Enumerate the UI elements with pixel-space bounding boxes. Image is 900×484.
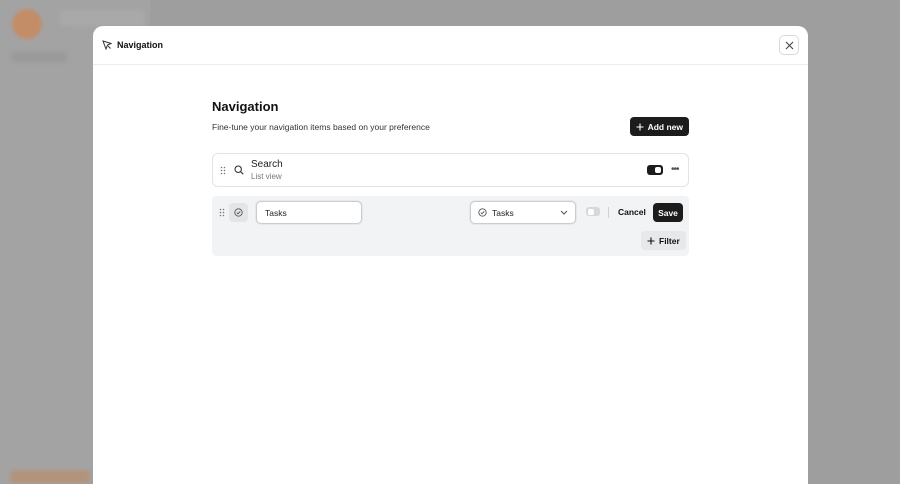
add-new-button[interactable]: Add new — [629, 117, 689, 136]
navigation-settings: Navigation Fine-tune your navigation ite… — [212, 99, 689, 256]
background-nav-item — [12, 52, 67, 62]
nav-item-editor: Tasks Cancel Save Filter — [212, 196, 689, 256]
search-icon — [234, 165, 244, 175]
icon-picker-button[interactable] — [229, 203, 248, 222]
modal-header: Navigation — [93, 26, 808, 65]
save-button[interactable]: Save — [653, 203, 683, 222]
page-select-value: Tasks — [492, 207, 514, 218]
nav-item-search: Search List view ••• — [212, 153, 689, 187]
chevron-down-icon — [560, 210, 568, 215]
plus-icon — [636, 123, 644, 130]
nav-item-name: Search — [251, 159, 283, 170]
page-title: Navigation — [212, 99, 279, 114]
check-circle-icon — [234, 208, 243, 217]
background-logo — [12, 9, 42, 39]
background-footer-item — [10, 470, 90, 484]
modal-title: Navigation — [117, 40, 164, 50]
close-button[interactable] — [779, 35, 799, 55]
divider — [608, 207, 609, 218]
item-name-input[interactable] — [256, 201, 362, 224]
cancel-button[interactable]: Cancel — [618, 207, 646, 217]
navigation-modal: Navigation Navigation Fine-tune your nav… — [93, 26, 808, 484]
drag-handle-icon[interactable] — [219, 208, 225, 217]
filter-label: Filter — [659, 235, 680, 246]
close-icon — [785, 41, 793, 49]
filter-button[interactable]: Filter — [641, 231, 686, 250]
page-select[interactable]: Tasks — [470, 201, 576, 224]
navigation-icon — [102, 40, 112, 50]
item-enabled-toggle[interactable] — [586, 207, 600, 216]
plus-icon — [647, 237, 655, 244]
check-circle-icon — [478, 208, 487, 217]
nav-item-view: List view — [251, 172, 282, 181]
drag-handle-icon[interactable] — [220, 166, 226, 175]
background-workspace-name — [60, 10, 145, 26]
page-subtitle: Fine-tune your navigation items based on… — [212, 122, 430, 132]
add-new-label: Add new — [647, 121, 683, 132]
nav-item-toggle[interactable] — [647, 165, 663, 175]
more-horizontal-icon[interactable]: ••• — [671, 164, 679, 175]
